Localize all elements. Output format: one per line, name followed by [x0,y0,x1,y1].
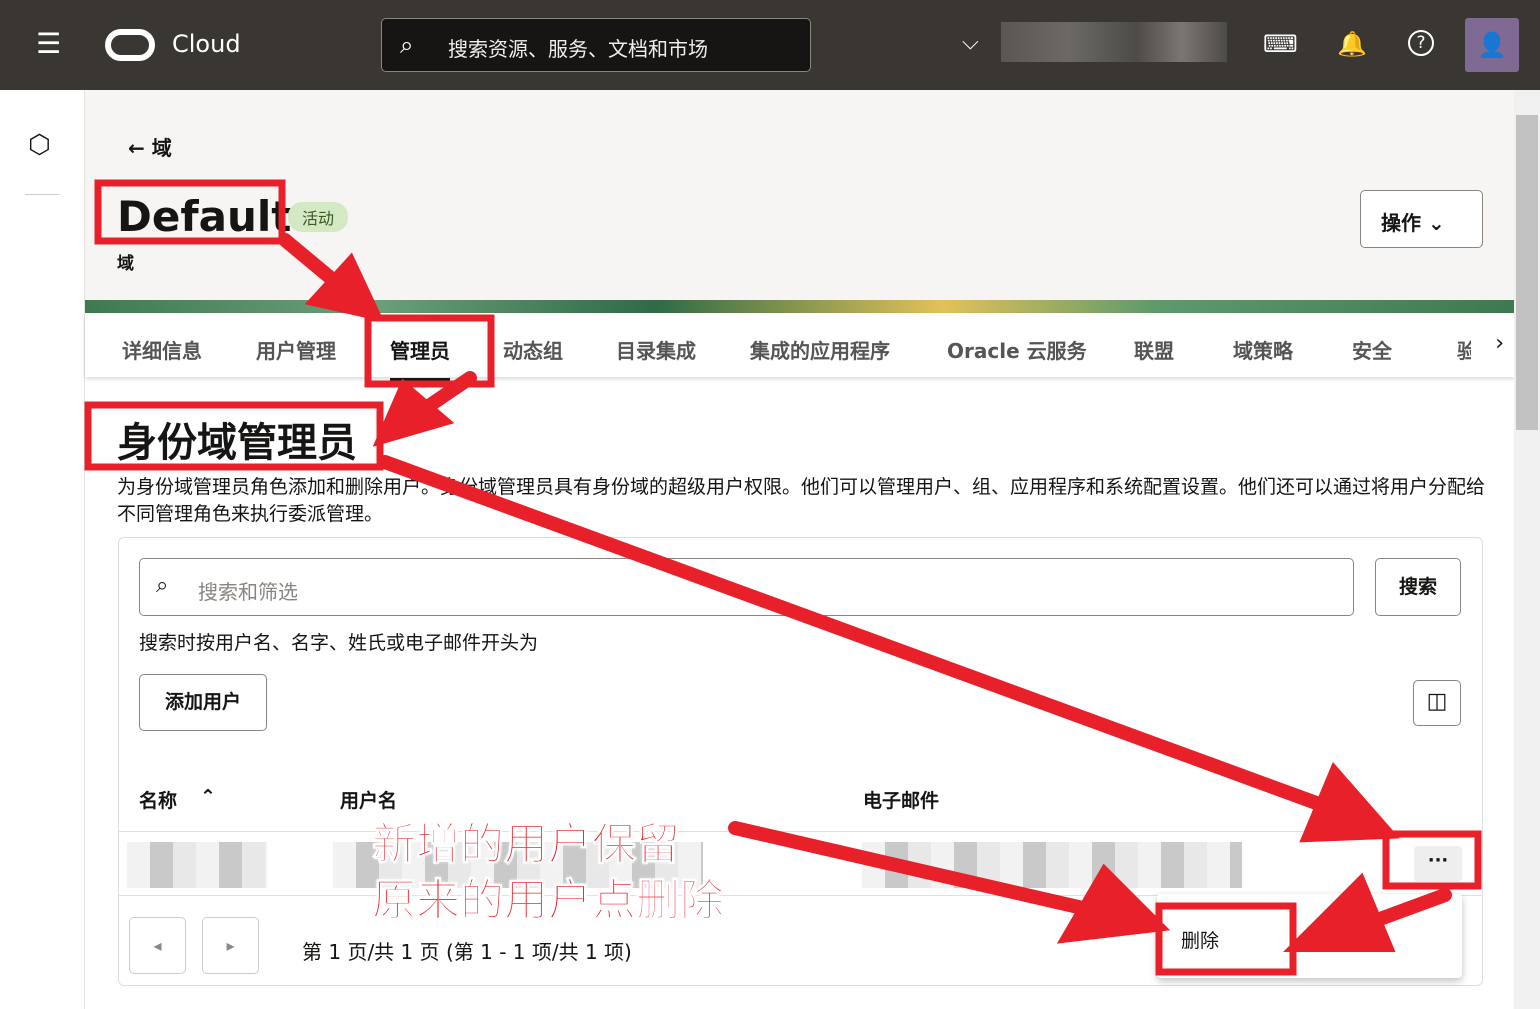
tab-domain-policies[interactable]: 域策略 [1233,335,1293,364]
left-rail: ⬡ [0,90,85,1009]
tab-administrators[interactable]: 管理员 [390,335,450,382]
section-title: 身份域管理员 [117,420,357,466]
actions-button[interactable]: 操作 ⌄ [1360,190,1483,248]
pagination-info: 第 1 页/共 1 页 (第 1 - 1 项/共 1 项) [302,940,632,964]
avatar[interactable]: 👤 [1465,18,1519,72]
page-title: Default [117,192,292,241]
page-header [85,90,1514,300]
bell-icon[interactable]: 🔔 [1337,30,1367,58]
help-icon[interactable]: ? [1408,30,1434,56]
back-link[interactable]: ← 域 [128,132,172,161]
section-description: 为身份域管理员角色添加和删除用户。身份域管理员具有身份域的超级用户权限。他们可以… [117,476,1486,525]
divider [118,831,1483,832]
redacted-email [862,842,1242,888]
tab-details[interactable]: 详细信息 [122,335,202,364]
tab-security[interactable]: 安全 [1352,335,1392,364]
search-placeholder: 搜索资源、服务、文档和市场 [448,37,708,61]
tab-partial[interactable]: 验 [1457,335,1471,364]
tab-directory-integration[interactable]: 目录集成 [616,335,696,364]
sort-ascending-icon[interactable]: ⌃ [200,786,216,808]
status-badge: 活动 [288,202,349,232]
search-placeholder: 搜索和筛选 [198,580,298,604]
tab-user-management[interactable]: 用户管理 [256,335,336,364]
next-page-button[interactable]: ▸ [202,917,259,974]
search-button[interactable]: 搜索 [1375,558,1461,616]
tab-dynamic-groups[interactable]: 动态组 [503,335,563,364]
tab-oracle-cloud-services[interactable]: Oracle 云服务 [947,335,1087,364]
previous-page-button[interactable]: ◂ [129,917,186,974]
column-header-email[interactable]: 电子邮件 [863,786,939,813]
search-input[interactable]: ⌕ 搜索和筛选 [139,558,1354,616]
row-actions-menu: 删除 [1157,894,1462,978]
menu-icon[interactable]: ☰ [36,30,61,58]
redacted-name [127,842,267,888]
divider [25,194,59,195]
search-hint: 搜索时按用户名、名字、姓氏或电子邮件开头为 [139,632,539,654]
row-actions-button[interactable]: ··· [1414,846,1462,882]
page-subtitle: 域 [117,254,134,274]
tab-integrated-apps[interactable]: 集成的应用程序 [750,335,890,364]
menu-item-delete[interactable]: 删除 [1181,926,1219,953]
arrow-shaft [413,371,477,419]
region-selector-redacted[interactable] [1001,22,1227,62]
banner-image [85,300,1514,313]
top-bar: ☰ Cloud ⌕ 搜索资源、服务、文档和市场 ⌵ ⌨ 🔔 ? 👤 [0,0,1540,90]
developer-tools-icon[interactable]: ⌨ [1263,30,1298,58]
identity-icon[interactable]: ⬡ [28,130,51,160]
search-icon: ⌕ [156,573,169,598]
tab-federation[interactable]: 联盟 [1134,335,1174,364]
column-header-name[interactable]: 名称 [139,786,177,813]
annotation-text: 新增的用户保留 [372,819,681,871]
app-title[interactable]: Cloud [172,30,241,58]
oracle-logo[interactable] [105,29,155,61]
annotation-text: 原来的用户点删除 [372,875,725,927]
arrow-head [372,378,455,447]
add-user-button[interactable]: 添加用户 [139,674,267,731]
chevron-right-icon[interactable]: › [1495,331,1504,356]
search-icon: ⌕ [400,31,414,59]
global-search[interactable]: ⌕ 搜索资源、服务、文档和市场 [381,18,811,72]
columns-icon[interactable]: ◫ [1413,680,1461,726]
region-chevron-icon[interactable]: ⌵ [962,30,979,55]
scrollbar-thumb[interactable] [1516,115,1538,430]
tab-bar: 详细信息 用户管理 管理员 动态组 目录集成 集成的应用程序 Oracle 云服… [85,313,1514,382]
